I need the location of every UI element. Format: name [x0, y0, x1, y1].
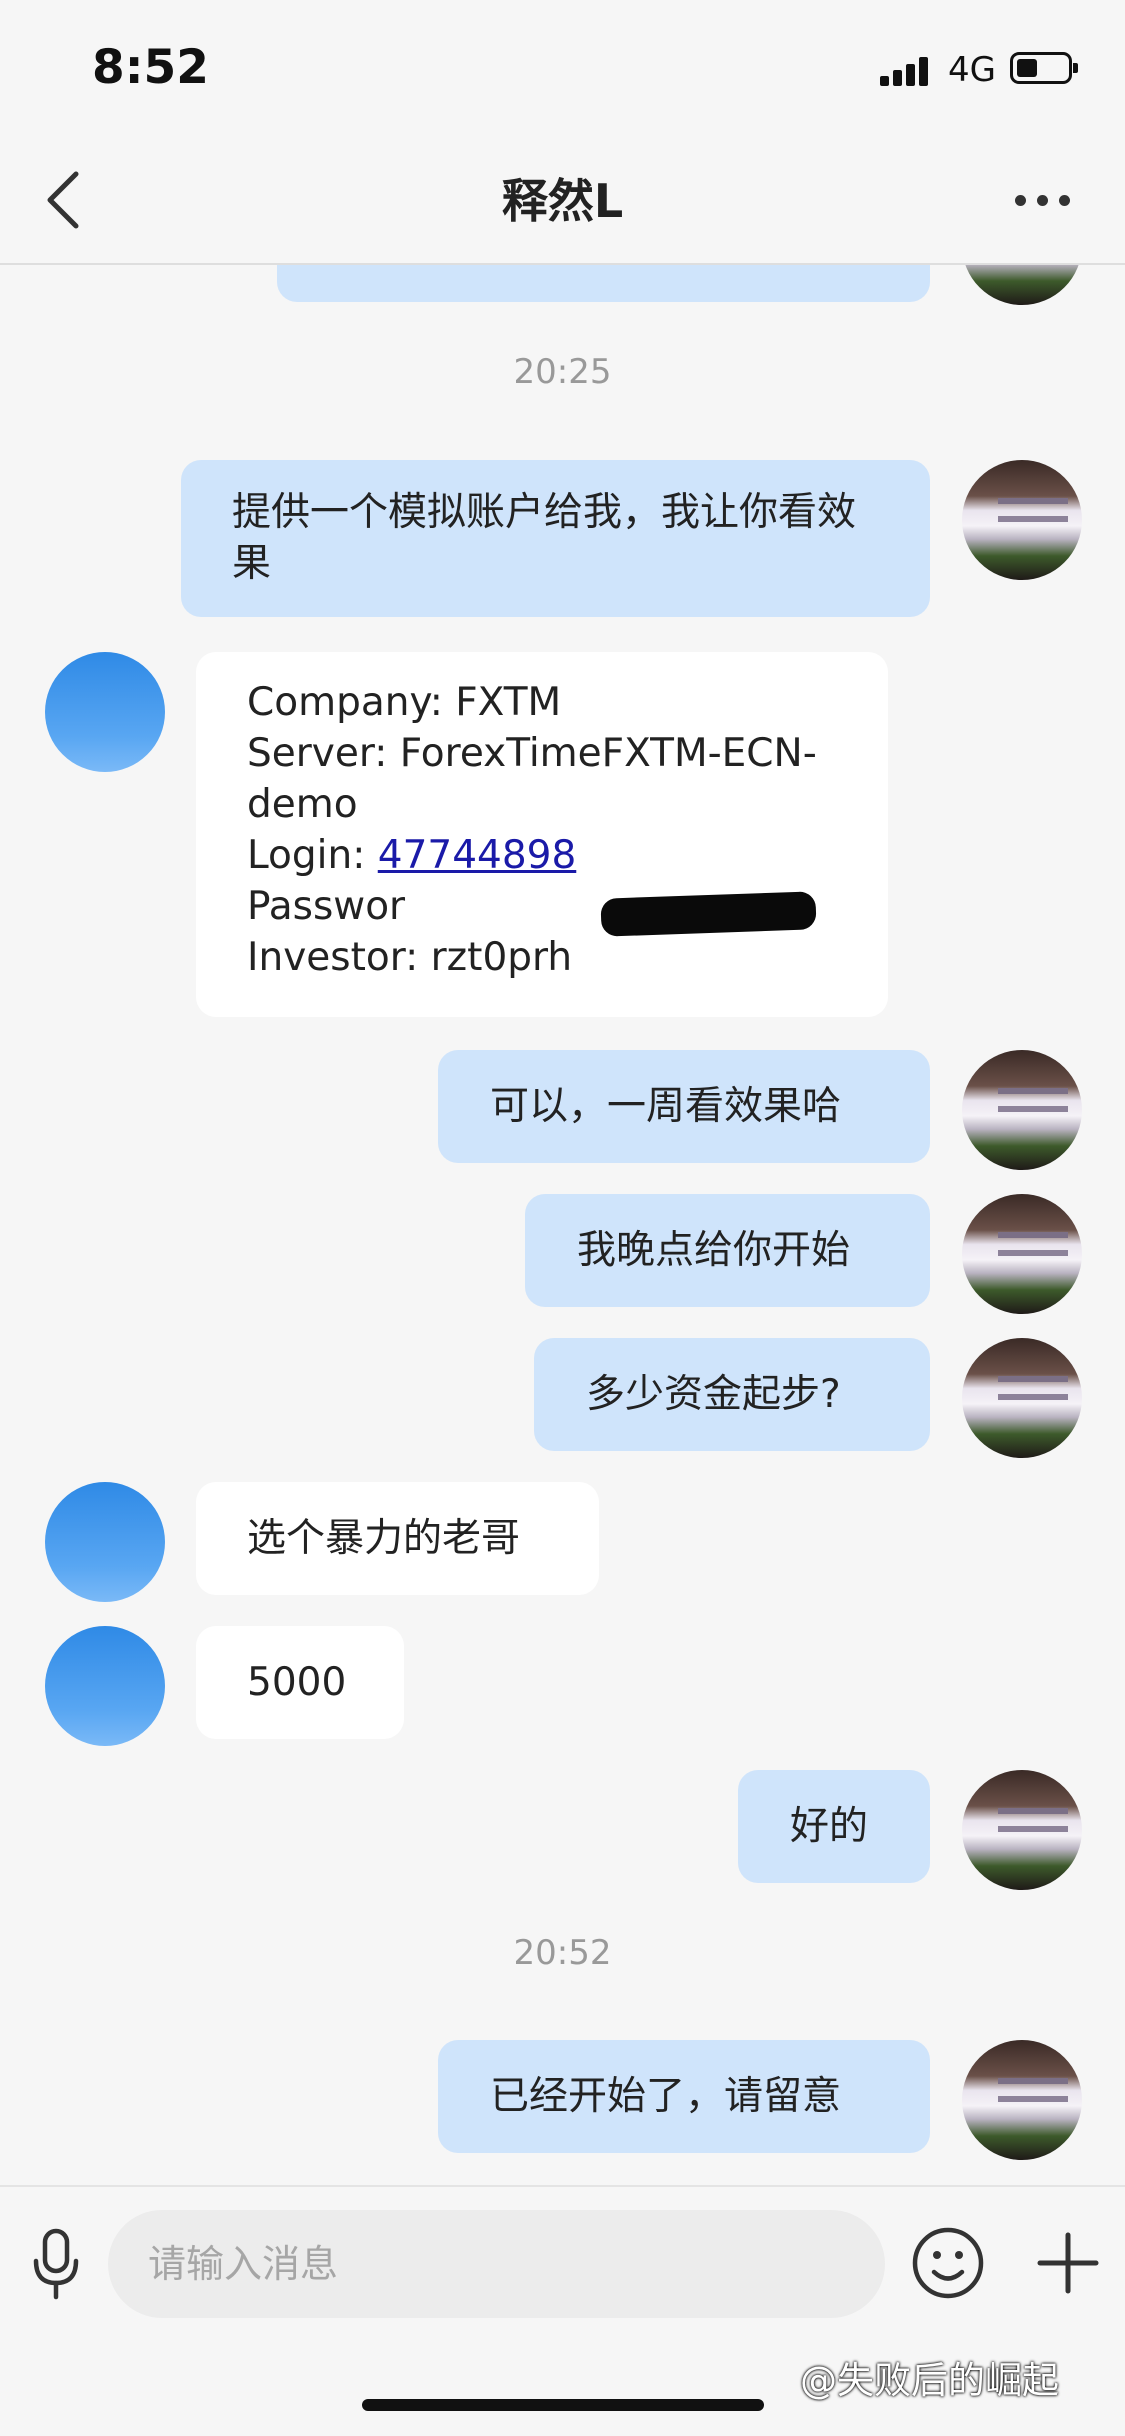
my-avatar[interactable]: [962, 1194, 1082, 1314]
more-dot-icon: [1037, 195, 1048, 206]
more-dot-icon: [1059, 195, 1070, 206]
message-bubble-incoming[interactable]: 5000: [196, 1626, 404, 1739]
message-text: 5000: [247, 1660, 347, 1705]
network-type: 4G: [948, 50, 996, 90]
message-bubble-outgoing[interactable]: 好的: [738, 1770, 930, 1883]
my-avatar[interactable]: [962, 265, 1082, 305]
message-input-container: [108, 2210, 885, 2318]
more-actions-button[interactable]: [1030, 2225, 1106, 2301]
status-time: 8:52: [92, 40, 209, 95]
timestamp: 20:25: [513, 352, 612, 392]
my-avatar[interactable]: [962, 1770, 1082, 1890]
message-bubble-outgoing[interactable]: 多少资金起步?: [534, 1338, 930, 1451]
battery-icon: [1010, 52, 1078, 84]
message-text: 我晚点给你开始: [577, 1228, 851, 1273]
smiley-icon: [912, 2227, 984, 2299]
weibo-watermark: @失败后的崛起: [800, 2359, 1059, 2402]
account-investor: Investor: rzt0prh: [247, 935, 573, 980]
message-bubble-incoming[interactable]: Company: FXTM Server: ForexTimeFXTM-ECN-…: [196, 652, 888, 1017]
microphone-icon: [33, 2228, 79, 2300]
signal-icon: [880, 56, 930, 86]
my-avatar[interactable]: [962, 1050, 1082, 1170]
my-avatar[interactable]: [962, 1338, 1082, 1458]
contact-name: 释然L: [501, 174, 624, 228]
message-list[interactable]: 20:25 提供一个模拟账户给我，我让你看效果 Company: FXTM Se…: [0, 265, 1125, 2185]
my-avatar[interactable]: [962, 460, 1082, 580]
emoji-button[interactable]: [910, 2225, 986, 2301]
message-bubble-partial[interactable]: [277, 265, 930, 302]
message-text: 好的: [790, 1804, 869, 1849]
login-number-link[interactable]: 47744898: [378, 833, 577, 878]
message-input-bar: @失败后的崛起: [0, 2185, 1125, 2436]
status-bar: 8:52 4G: [0, 0, 1125, 135]
voice-input-button[interactable]: [28, 2225, 84, 2305]
message-bubble-outgoing[interactable]: 已经开始了，请留意: [438, 2040, 930, 2153]
message-input[interactable]: [148, 2210, 848, 2318]
message-text: 可以，一周看效果哈: [490, 1084, 842, 1129]
contact-avatar[interactable]: [45, 1626, 165, 1746]
timestamp: 20:52: [513, 1933, 612, 1973]
account-company: Company: FXTM: [247, 680, 562, 725]
message-bubble-outgoing[interactable]: 提供一个模拟账户给我，我让你看效果: [181, 460, 930, 617]
more-options-button[interactable]: [1005, 190, 1075, 210]
contact-avatar[interactable]: [45, 652, 165, 772]
redaction-mark: [600, 891, 817, 937]
message-text: 多少资金起步?: [586, 1372, 841, 1417]
home-indicator[interactable]: [362, 2399, 764, 2411]
message-text: 已经开始了，请留意: [490, 2074, 842, 2119]
message-bubble-incoming[interactable]: 选个暴力的老哥: [196, 1482, 599, 1595]
contact-avatar[interactable]: [45, 1482, 165, 1602]
message-bubble-outgoing[interactable]: 可以，一周看效果哈: [438, 1050, 930, 1163]
message-bubble-outgoing[interactable]: 我晚点给你开始: [525, 1194, 930, 1307]
message-text: 选个暴力的老哥: [247, 1516, 521, 1561]
chat-header: 释然L: [0, 135, 1125, 265]
more-dot-icon: [1015, 195, 1026, 206]
account-login: Login: 47744898: [247, 830, 852, 881]
message-text: 提供一个模拟账户给我，我让你看效果: [232, 490, 857, 586]
login-label: Login:: [247, 833, 378, 878]
account-server: Server: ForexTimeFXTM-ECN-demo: [247, 731, 817, 827]
my-avatar[interactable]: [962, 2040, 1082, 2160]
plus-icon: [1037, 2232, 1099, 2294]
chat-screen: 8:52 4G 释然L 20:25 提供一个模拟账户给我，我让你看效果 Comp…: [0, 0, 1125, 2436]
